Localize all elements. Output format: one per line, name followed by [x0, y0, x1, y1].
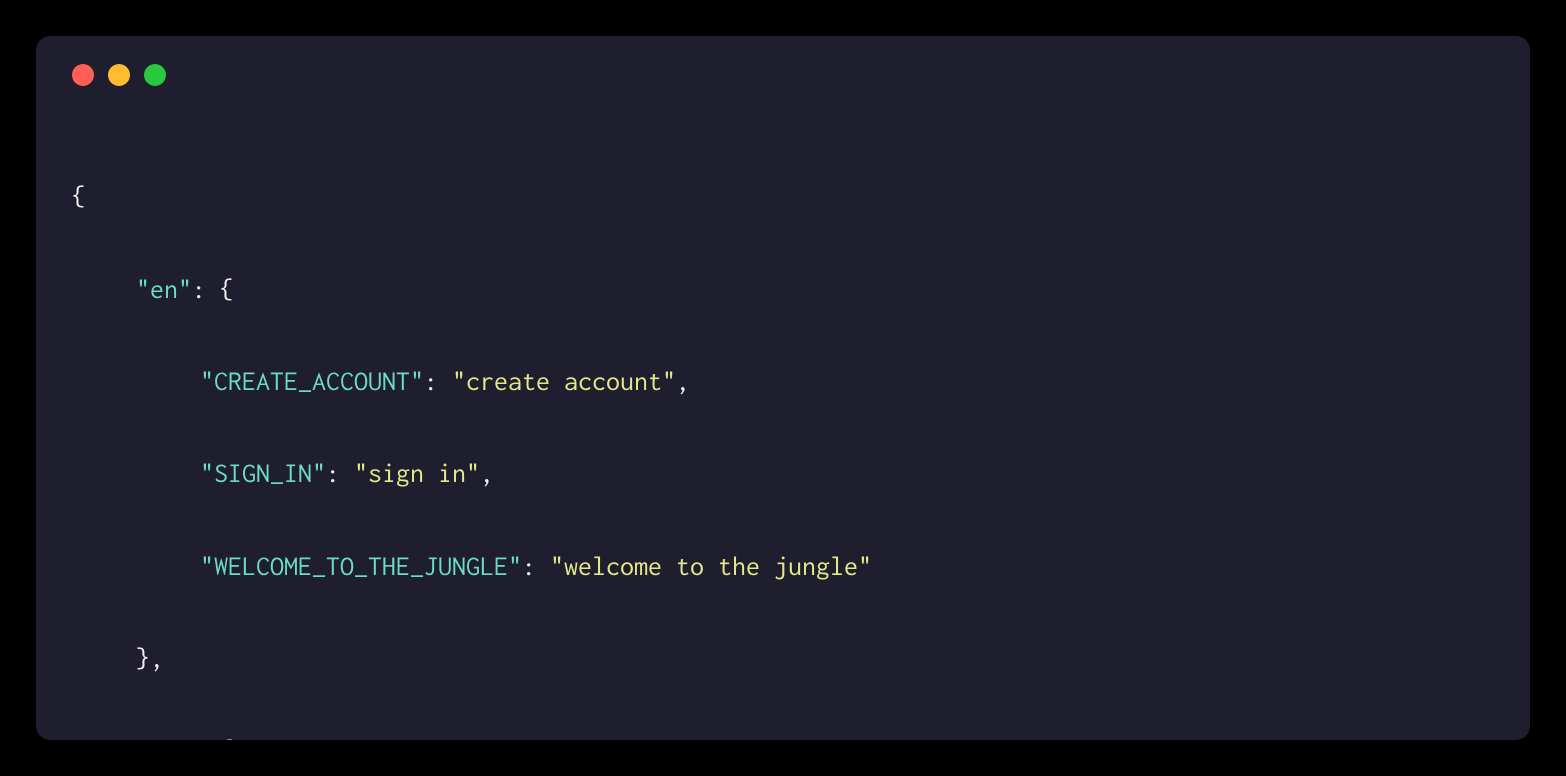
code-window: { "en": { "CREATE_ACCOUNT": "create acco… [36, 36, 1530, 740]
colon: : [326, 459, 354, 488]
maximize-button[interactable] [144, 64, 166, 86]
window-titlebar [72, 64, 1494, 86]
minimize-button[interactable] [108, 64, 130, 86]
json-key-en: "en" [136, 275, 192, 304]
code-block: { "en": { "CREATE_ACCOUNT": "create acco… [72, 128, 1494, 740]
json-value: "sign in" [354, 459, 480, 488]
code-line: "es": { [72, 728, 1494, 740]
colon: : [522, 552, 550, 581]
comma: , [480, 459, 494, 488]
code-line: }, [72, 636, 1494, 682]
json-value: "create account" [452, 367, 676, 396]
comma: , [676, 367, 690, 396]
json-value: "welcome to the jungle" [550, 552, 872, 581]
code-line: "en": { [72, 267, 1494, 313]
code-line: "WELCOME_TO_THE_JUNGLE": "welcome to the… [72, 544, 1494, 590]
colon: : [424, 367, 452, 396]
json-key-create-account: "CREATE_ACCOUNT" [200, 367, 424, 396]
json-key-es: "es" [136, 736, 192, 740]
close-button[interactable] [72, 64, 94, 86]
colon-brace: : { [192, 275, 234, 304]
brace-open: { [72, 182, 86, 211]
brace-close-comma: }, [136, 644, 164, 673]
json-key-sign-in: "SIGN_IN" [200, 459, 326, 488]
code-line: "CREATE_ACCOUNT": "create account", [72, 359, 1494, 405]
json-key-welcome: "WELCOME_TO_THE_JUNGLE" [200, 552, 522, 581]
code-line: { [72, 174, 1494, 220]
colon-brace: : { [192, 736, 234, 740]
code-line: "SIGN_IN": "sign in", [72, 451, 1494, 497]
